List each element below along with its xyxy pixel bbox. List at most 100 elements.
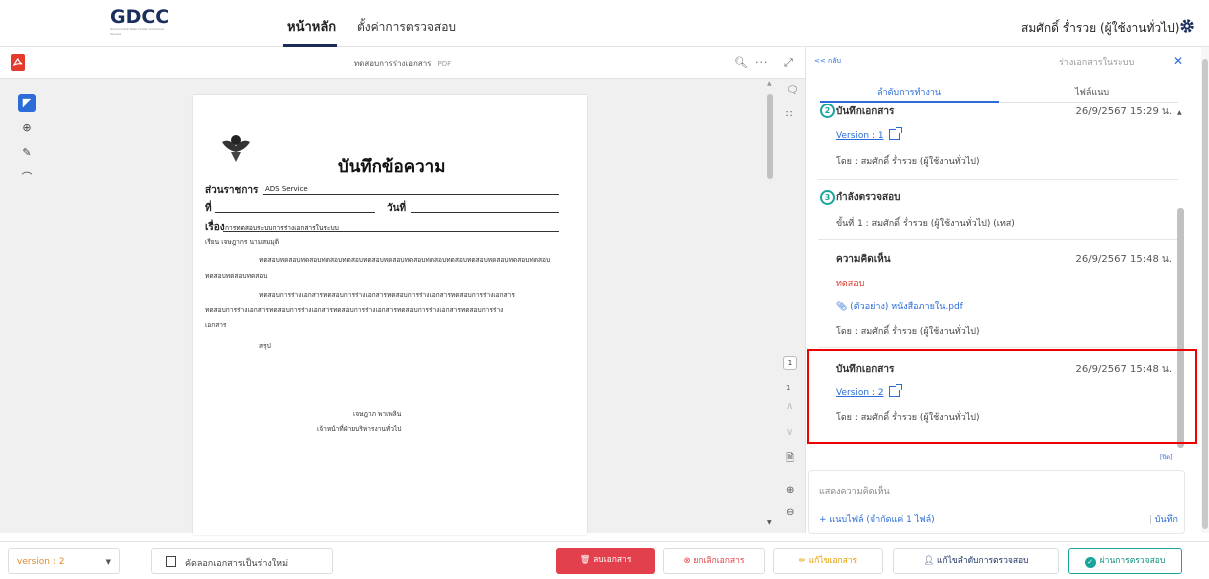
date-label-text: วันที่ (387, 203, 407, 214)
gear-icon[interactable] (1179, 18, 1195, 34)
scroll-up-arrow-icon[interactable]: ▲ (1177, 109, 1182, 116)
attachment-name[interactable]: (ตัวอย่าง) หนังสือภายใน.pdf (850, 302, 963, 312)
date-label: วันที่ (387, 201, 406, 216)
version-link[interactable]: Version : 1 (836, 127, 902, 141)
nav-home[interactable]: หน้าหลัก (287, 16, 336, 37)
number-label: ที่ (205, 201, 212, 216)
step-number: 3 (820, 190, 835, 205)
cancel-label: ยกเลิกเอกสาร (693, 556, 745, 566)
version-select-value: version : 2 (17, 557, 65, 567)
entry-by: โดย : สมศักดิ์ ร่ำรวย (ผู้ใช้งานทั่วไป) (836, 327, 980, 337)
tab-workflow[interactable]: ลำดับการทำงาน (877, 85, 941, 99)
memo-para2-line2: ทดสอบการร่างเอกสารทดสอบการร่างเอกสารทดสอ… (205, 306, 504, 314)
more-icon[interactable]: ··· (755, 56, 769, 69)
pass-review-button[interactable]: ✓ ผ่านการตรวจสอบ (1068, 548, 1182, 574)
agency-label-text: ส่วนราชการ (205, 185, 259, 196)
entry-by: โดย : สมศักดิ์ ร่ำรวย (ผู้ใช้งานทั่วไป) (836, 157, 980, 167)
edit-document-button[interactable]: ✏︎ แก้ไขเอกสาร (773, 548, 883, 574)
file-ext: PDF (437, 60, 452, 68)
memo-signer: เจษฎาภ พาเพลิน (353, 410, 402, 418)
user-name[interactable]: สมศักดิ์ ร่ำรวย (ผู้ใช้งานทั่วไป) (1021, 19, 1179, 38)
close-link[interactable]: [ปิด] (1160, 452, 1172, 462)
memo-signer-position: เจ้าหน้าที่ฝ่ายบริหารงานทั่วไป (317, 425, 402, 433)
expand-icon[interactable]: ⤢ (784, 56, 793, 70)
attach-file-label: แนบไฟล์ (จำกัดแค่ 1 ไฟล์) (829, 515, 935, 525)
nav-review-settings[interactable]: ตั้งค่าการตรวจสอบ (357, 18, 456, 37)
version-link-text[interactable]: Version : 1 (836, 131, 884, 141)
window-scroll-thumb[interactable] (1202, 59, 1208, 529)
comment-input[interactable]: แสดงความคิดเห็น (819, 484, 890, 498)
active-tab-indicator (820, 101, 999, 103)
external-link-icon[interactable] (888, 127, 902, 140)
agency-underline (263, 194, 559, 195)
highlight-box (807, 349, 1197, 444)
number-underline (215, 212, 375, 213)
edit-review-flow-button[interactable]: 👤︎ แก้ไขลำดับการตรวจสอบ (893, 548, 1059, 574)
copy-button-label: คัดลอกเอกสารเป็นร่างใหม่ (185, 559, 289, 569)
memo-para2-line1: ทดสอบการร่างเอกสารทดสอบการร่างเอกสารทดสอ… (259, 291, 515, 299)
page-fit-icon[interactable]: 🗎︎ (786, 451, 794, 468)
copy-icon (166, 556, 176, 567)
copy-as-new-draft-button[interactable]: คัดลอกเอกสารเป็นร่างใหม่ (151, 548, 333, 574)
attachment-link[interactable]: 📎︎ (ตัวอย่าง) หนังสือภายใน.pdf (836, 299, 963, 313)
pencil-icon: ✏︎ (798, 556, 809, 566)
entry-title: บันทึกเอกสาร (836, 106, 895, 117)
search-icon[interactable]: 🔍︎ (734, 56, 748, 69)
window-scrollbar[interactable] (1201, 47, 1209, 533)
edit-flow-label: แก้ไขลำดับการตรวจสอบ (936, 556, 1029, 566)
pdf-page: บันทึกข้อความ ส่วนราชการ ADS Service ที่… (193, 95, 587, 535)
garuda-seal-icon (222, 135, 250, 162)
memo-para1-line1: ทดสอบทดสอบทดสอบทดสอบทดสอบทดสอบทดสอบทดสอบ… (259, 256, 551, 264)
subject-underline (223, 231, 559, 232)
file-name-text: ทดสอบการร่างเอกสาร (353, 59, 432, 68)
page-down-icon[interactable]: ∨ (786, 427, 793, 438)
back-link[interactable]: << กลับ (814, 56, 841, 67)
delete-label: ลบเอกสาร (593, 555, 632, 565)
entry-title: ความคิดเห็น (836, 254, 891, 265)
logo-text: GDCC (110, 6, 170, 28)
comment-panel-icon[interactable]: 🗨︎ (786, 85, 799, 96)
sidebar-tabs: ลำดับการทำงาน ไฟล์แนบ (820, 79, 1178, 103)
gdcc-logo[interactable]: GDCC Government Data Center and Cloud Se… (110, 6, 170, 36)
page-up-icon[interactable]: ∧ (786, 401, 793, 412)
pdf-viewer: ทดสอบการร่างเอกสาร PDF 🔍︎ ··· ⤢ ◤ ⊕ ✎ ⌒ บ… (0, 47, 805, 535)
select-tool-icon[interactable]: ◤ (18, 94, 36, 112)
entry-time: 26/9/2567 15:29 น. (1075, 106, 1172, 117)
pdf-file-name: ทดสอบการร่างเอกสาร PDF (0, 57, 805, 70)
draft-in-system-label: ร่างเอกสารในระบบ (1059, 58, 1135, 68)
zoom-tool-icon[interactable]: ⊕ (18, 119, 36, 137)
pen-tool-icon[interactable]: ✎ (18, 144, 36, 162)
grid-view-icon[interactable]: ∷ (786, 109, 792, 120)
entry-time: 26/9/2567 15:48 น. (1075, 254, 1172, 265)
cancel-document-button[interactable]: ⊗ ยกเลิกเอกสาร (663, 548, 765, 574)
delete-document-button[interactable]: 🗑︎ ลบเอกสาร (556, 548, 655, 574)
pdf-scroll-thumb[interactable] (767, 94, 773, 179)
tab-attachments[interactable]: ไฟล์แนบ (1075, 85, 1109, 99)
subject-label: เรื่อง (205, 220, 225, 235)
shuffle-icon[interactable]: ✕ (1173, 54, 1183, 68)
number-label-text: ที่ (205, 203, 212, 214)
page-number-input[interactable]: 1 (783, 356, 797, 370)
x-circle-icon: ⊗ (683, 556, 694, 566)
pass-label: ผ่านการตรวจสอบ (1099, 556, 1166, 566)
scroll-up-arrow-icon[interactable]: ▲ (767, 80, 772, 87)
step-number: 2 (820, 104, 835, 118)
page-total: 1 (786, 384, 791, 392)
subject-label-text: เรื่อง (205, 222, 225, 233)
plus-icon: + (819, 515, 830, 525)
version-select[interactable]: version : 2 ▼ (8, 548, 120, 574)
agency-label: ส่วนราชการ (205, 183, 258, 198)
timeline-entry: 2 บันทึกเอกสาร 26/9/2567 15:29 น. Versio… (818, 104, 1178, 180)
pdf-scrollbar[interactable]: ▲ ▼ (766, 79, 774, 533)
scroll-down-arrow-icon[interactable]: ▼ (767, 519, 772, 526)
zoom-in-icon[interactable]: ⊕ (786, 485, 794, 496)
comment-box: แสดงความคิดเห็น + แนบไฟล์ (จำกัดแค่ 1 ไฟ… (808, 470, 1185, 534)
memo-para1-line2: ทดสอบทดสอบทดสอบ (205, 272, 268, 280)
app-window: GDCC Government Data Center and Cloud Se… (0, 0, 1209, 579)
trash-icon: 🗑︎ (579, 555, 594, 565)
attach-file-button[interactable]: + แนบไฟล์ (จำกัดแค่ 1 ไฟล์) (819, 512, 935, 526)
zoom-out-icon[interactable]: ⊖ (786, 507, 794, 518)
eraser-tool-icon[interactable]: ⌒ (18, 169, 36, 187)
entry-detail: ขั้นที่ 1 : สมศักดิ์ ร่ำรวย (ผู้ใช้งานทั… (836, 219, 1015, 229)
save-comment-button[interactable]: | บันทึก (1149, 512, 1178, 526)
